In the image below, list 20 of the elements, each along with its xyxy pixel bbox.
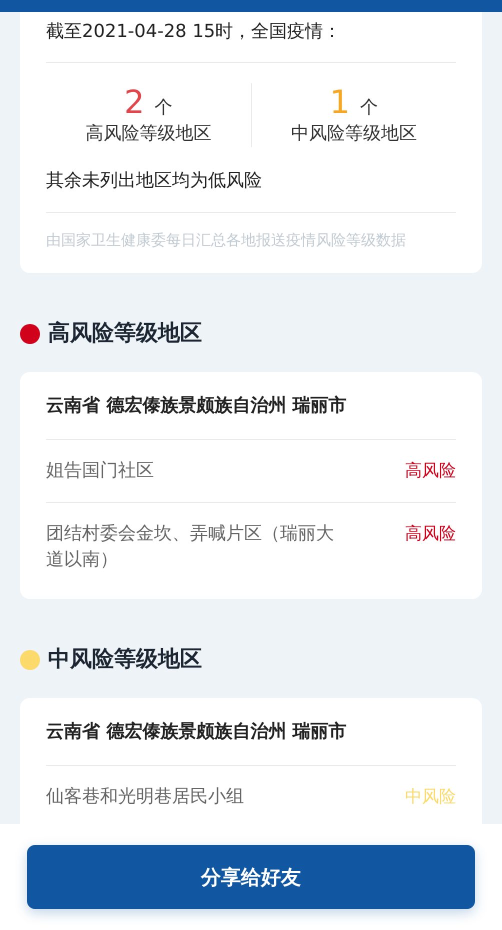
- low-risk-note: 其余未列出地区均为低风险: [46, 167, 456, 213]
- count-unit: 个: [360, 96, 378, 120]
- area-name: 姐告国门社区: [46, 459, 154, 483]
- section-title: 高风险等级地区: [48, 320, 202, 348]
- area-name: 仙客巷和光明巷居民小组: [46, 785, 244, 809]
- section-title: 中风险等级地区: [48, 646, 202, 674]
- count-label: 高风险等级地区: [85, 122, 212, 146]
- risk-level-label: 高风险: [405, 460, 456, 483]
- risk-level-label: 高风险: [405, 523, 456, 546]
- share-button[interactable]: 分享给好友: [27, 845, 475, 909]
- area-name: 团结村委会金坎、弄喊片区（瑞丽大道以南）: [46, 522, 335, 572]
- as-of-text: 截至2021-04-28 15时，全国疫情：: [46, 20, 456, 63]
- location-heading: 云南省 德宏傣族景颇族自治州 瑞丽市: [46, 372, 456, 440]
- count-label: 中风险等级地区: [290, 122, 417, 146]
- count-unit: 个: [154, 96, 172, 120]
- count-number: 2: [124, 83, 144, 121]
- risk-level-label: 中风险: [405, 786, 456, 809]
- source-note: 由国家卫生健康委每日汇总各地报送疫情风险等级数据: [46, 230, 407, 251]
- location-heading: 云南省 德宏傣族景颇族自治州 瑞丽市: [46, 698, 456, 766]
- count-number: 1: [330, 83, 350, 121]
